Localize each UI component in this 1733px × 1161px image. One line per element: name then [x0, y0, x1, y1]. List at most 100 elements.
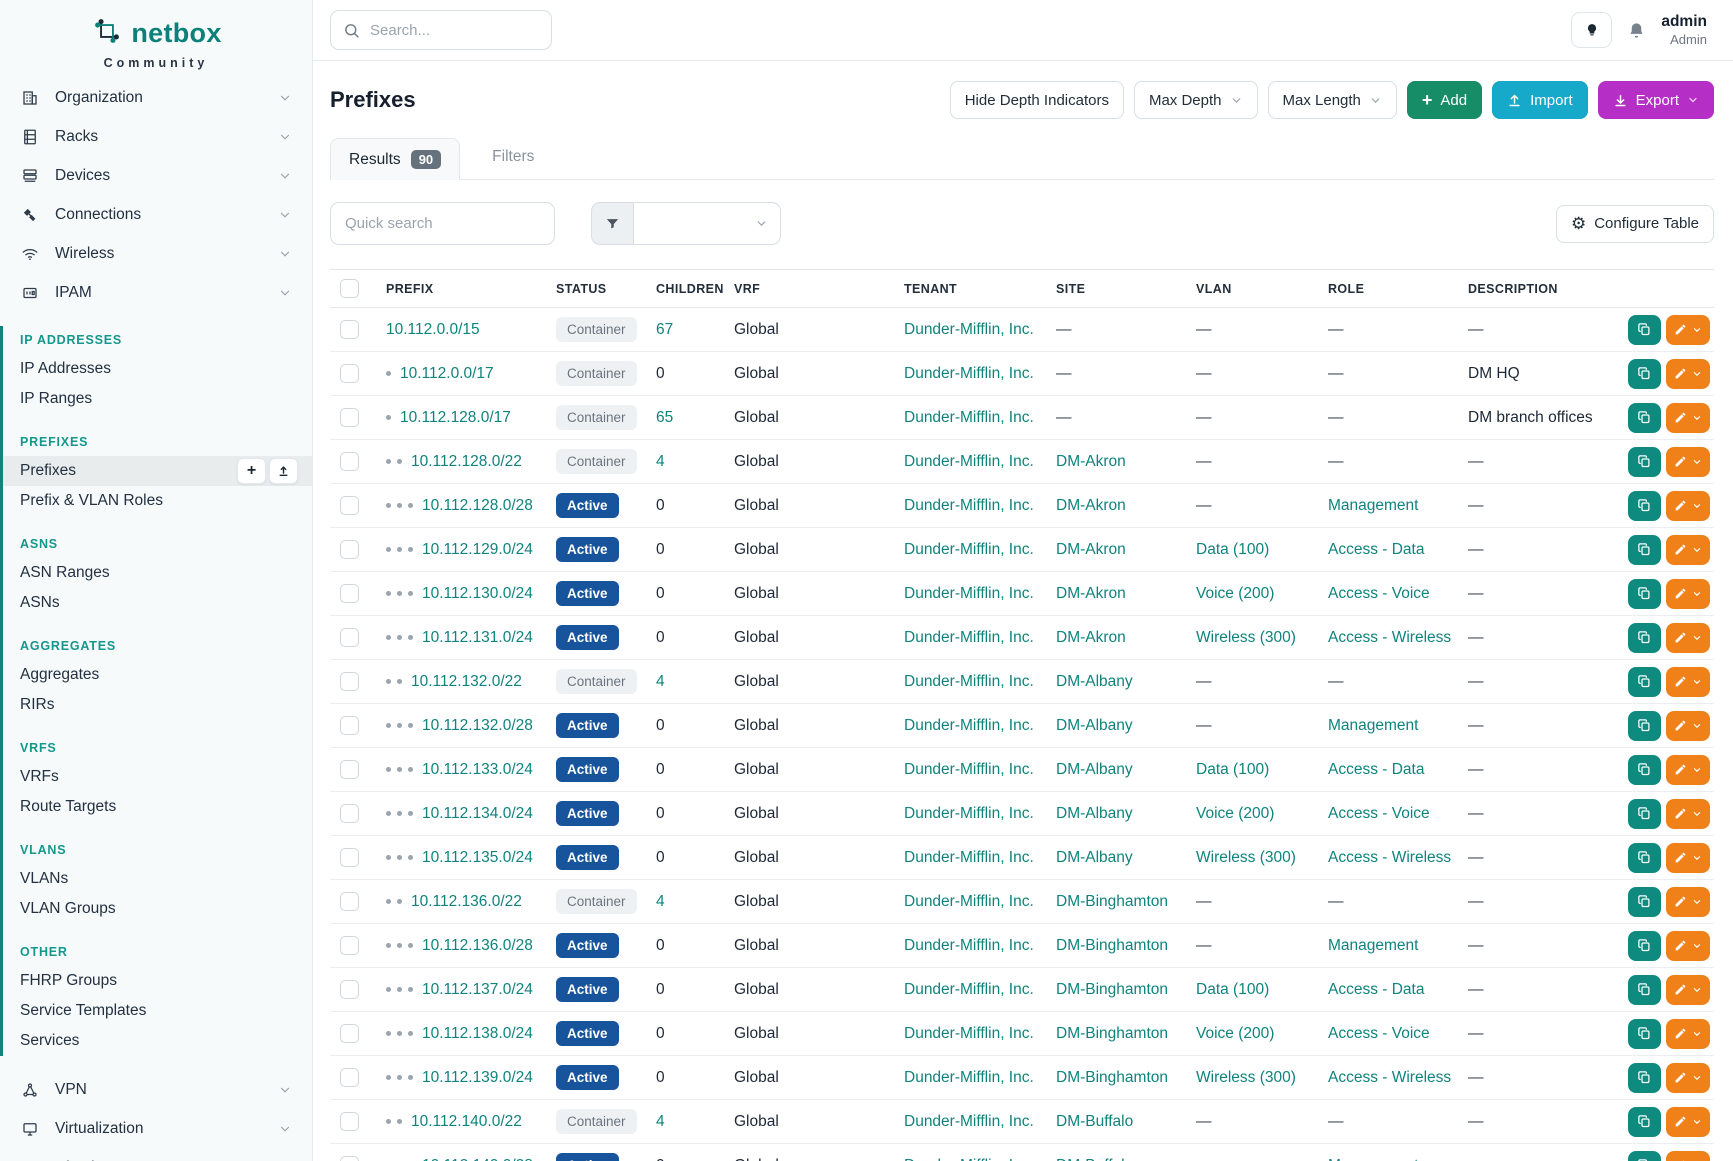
copy-button[interactable]: [1628, 1151, 1661, 1161]
sidebar-item-circuits[interactable]: Circuits: [0, 1148, 312, 1161]
copy-button[interactable]: [1628, 447, 1661, 477]
prefix-link[interactable]: 10.112.136.0/22: [411, 893, 522, 910]
copy-button[interactable]: [1628, 1063, 1661, 1093]
sidebar-item-route-targets[interactable]: Route Targets +: [3, 792, 312, 822]
copy-button[interactable]: [1628, 711, 1661, 741]
role-link[interactable]: Management: [1328, 937, 1418, 954]
import-button[interactable]: Import: [1492, 81, 1588, 119]
row-checkbox[interactable]: [340, 540, 359, 559]
sidebar-item-service-templates[interactable]: Service Templates +: [3, 996, 312, 1026]
row-checkbox[interactable]: [340, 628, 359, 647]
vlan-link[interactable]: Data (100): [1196, 981, 1269, 998]
site-link[interactable]: DM-Binghamton: [1056, 937, 1168, 954]
tenant-link[interactable]: Dunder-Mifflin, Inc.: [904, 805, 1034, 822]
role-link[interactable]: Management: [1328, 497, 1418, 514]
row-checkbox[interactable]: [340, 892, 359, 911]
prefix-link[interactable]: 10.112.138.0/24: [422, 1025, 533, 1042]
prefix-link[interactable]: 10.112.134.0/24: [422, 805, 533, 822]
funnel-filter-icon[interactable]: [591, 202, 633, 245]
prefix-link[interactable]: 10.112.131.0/24: [422, 629, 533, 646]
tenant-link[interactable]: Dunder-Mifflin, Inc.: [904, 321, 1034, 338]
children-count-link[interactable]: 4: [656, 1113, 665, 1130]
edit-dropdown-button[interactable]: [1666, 975, 1710, 1005]
site-link[interactable]: DM-Binghamton: [1056, 893, 1168, 910]
edit-dropdown-button[interactable]: [1666, 1107, 1710, 1137]
edit-dropdown-button[interactable]: [1666, 755, 1710, 785]
tab-filters[interactable]: Filters: [488, 137, 538, 179]
site-link[interactable]: DM-Albany: [1056, 717, 1133, 734]
saved-filter-select[interactable]: [633, 202, 781, 245]
quick-search-input[interactable]: [330, 202, 555, 245]
prefix-link[interactable]: 10.112.0.0/15: [386, 321, 480, 338]
role-link[interactable]: Management: [1328, 1157, 1418, 1161]
prefix-link[interactable]: 10.112.132.0/22: [411, 673, 522, 690]
vlan-link[interactable]: Data (100): [1196, 761, 1269, 778]
tenant-link[interactable]: Dunder-Mifflin, Inc.: [904, 761, 1034, 778]
prefix-link[interactable]: 10.112.129.0/24: [422, 541, 533, 558]
copy-button[interactable]: [1628, 535, 1661, 565]
site-link[interactable]: DM-Albany: [1056, 805, 1133, 822]
tenant-link[interactable]: Dunder-Mifflin, Inc.: [904, 453, 1034, 470]
sidebar-item-ip-ranges[interactable]: IP Ranges +: [3, 384, 312, 414]
role-link[interactable]: Access - Data: [1328, 761, 1424, 778]
vlan-link[interactable]: Wireless (300): [1196, 849, 1296, 866]
role-link[interactable]: Access - Voice: [1328, 805, 1430, 822]
copy-button[interactable]: [1628, 931, 1661, 961]
site-link[interactable]: DM-Akron: [1056, 629, 1126, 646]
sidebar-item-connections[interactable]: Connections: [0, 195, 312, 234]
brand-logo[interactable]: netbox Community: [0, 0, 312, 78]
row-checkbox[interactable]: [340, 452, 359, 471]
prefix-link[interactable]: 10.112.130.0/24: [422, 585, 533, 602]
prefix-link[interactable]: 10.112.140.0/28: [422, 1157, 533, 1161]
tenant-link[interactable]: Dunder-Mifflin, Inc.: [904, 409, 1034, 426]
role-link[interactable]: Access - Wireless: [1328, 1069, 1451, 1086]
sidebar-item-rirs[interactable]: RIRs +: [3, 690, 312, 720]
role-link[interactable]: Access - Voice: [1328, 585, 1430, 602]
edit-dropdown-button[interactable]: [1666, 1151, 1710, 1161]
vlan-link[interactable]: Wireless (300): [1196, 1069, 1296, 1086]
children-count-link[interactable]: 65: [656, 409, 673, 426]
tenant-link[interactable]: Dunder-Mifflin, Inc.: [904, 585, 1034, 602]
prefix-link[interactable]: 10.112.136.0/28: [422, 937, 533, 954]
edit-dropdown-button[interactable]: [1666, 843, 1710, 873]
copy-button[interactable]: [1628, 887, 1661, 917]
tenant-link[interactable]: Dunder-Mifflin, Inc.: [904, 849, 1034, 866]
configure-table-button[interactable]: ⚙ Configure Table: [1556, 205, 1714, 243]
prefix-link[interactable]: 10.112.133.0/24: [422, 761, 533, 778]
row-checkbox[interactable]: [340, 408, 359, 427]
edit-dropdown-button[interactable]: [1666, 491, 1710, 521]
site-link[interactable]: DM-Akron: [1056, 585, 1126, 602]
prefix-link[interactable]: 10.112.128.0/17: [400, 409, 511, 426]
user-menu[interactable]: admin Admin: [1661, 13, 1707, 47]
edit-dropdown-button[interactable]: [1666, 799, 1710, 829]
vlan-link[interactable]: Voice (200): [1196, 585, 1274, 602]
sidebar-item-vrfs[interactable]: VRFs +: [3, 762, 312, 792]
copy-button[interactable]: [1628, 403, 1661, 433]
sidebar-item-organization[interactable]: Organization: [0, 78, 312, 117]
vlan-link[interactable]: Voice (200): [1196, 805, 1274, 822]
copy-button[interactable]: [1628, 975, 1661, 1005]
prefix-link[interactable]: 10.112.0.0/17: [400, 365, 494, 382]
max-depth-dropdown[interactable]: Max Depth: [1134, 81, 1258, 119]
vlan-link[interactable]: Data (100): [1196, 541, 1269, 558]
quick-import-button[interactable]: [269, 458, 298, 484]
export-dropdown-button[interactable]: Export: [1598, 81, 1714, 119]
prefix-link[interactable]: 10.112.140.0/22: [411, 1113, 522, 1130]
row-checkbox[interactable]: [340, 320, 359, 339]
copy-button[interactable]: [1628, 579, 1661, 609]
tenant-link[interactable]: Dunder-Mifflin, Inc.: [904, 541, 1034, 558]
children-count-link[interactable]: 4: [656, 673, 665, 690]
copy-button[interactable]: [1628, 1019, 1661, 1049]
row-checkbox[interactable]: [340, 760, 359, 779]
copy-button[interactable]: [1628, 667, 1661, 697]
sidebar-item-vlan-groups[interactable]: VLAN Groups +: [3, 894, 312, 924]
select-all-checkbox[interactable]: [340, 279, 359, 298]
max-length-dropdown[interactable]: Max Length: [1268, 81, 1397, 119]
copy-button[interactable]: [1628, 755, 1661, 785]
site-link[interactable]: DM-Akron: [1056, 497, 1126, 514]
tenant-link[interactable]: Dunder-Mifflin, Inc.: [904, 893, 1034, 910]
row-checkbox[interactable]: [340, 1024, 359, 1043]
edit-dropdown-button[interactable]: [1666, 535, 1710, 565]
copy-button[interactable]: [1628, 491, 1661, 521]
prefix-link[interactable]: 10.112.137.0/24: [422, 981, 533, 998]
